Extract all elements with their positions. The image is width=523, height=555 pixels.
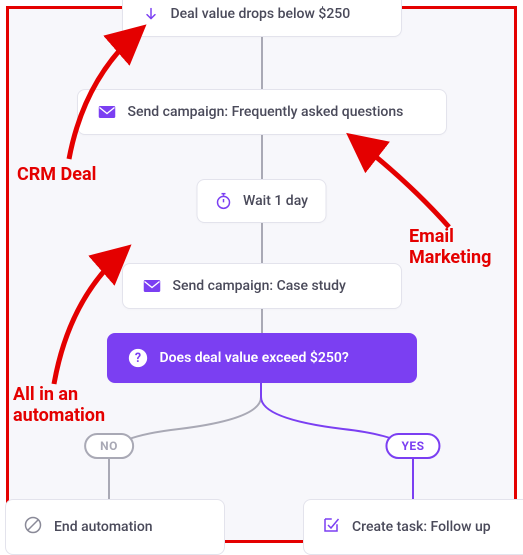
send-campaign-node-2[interactable]: Send campaign: Case study	[122, 263, 402, 309]
send-campaign-node-1[interactable]: Send campaign: Frequently asked question…	[77, 89, 447, 135]
annotation-crm-deal: CRM Deal	[17, 165, 96, 186]
connector	[261, 223, 263, 263]
envelope-icon	[143, 279, 161, 293]
question-icon: ?	[128, 348, 148, 368]
trigger-label: Deal value drops below $250	[171, 6, 351, 22]
end-automation-node[interactable]: End automation	[5, 499, 225, 555]
wait-label: Wait 1 day	[243, 193, 308, 209]
annotated-frame: Deal value drops below $250 Send campaig…	[6, 6, 517, 543]
end-label: End automation	[54, 519, 153, 535]
trigger-node[interactable]: Deal value drops below $250	[122, 0, 402, 37]
task-check-icon	[322, 516, 340, 538]
prohibited-icon	[24, 516, 42, 538]
connector	[261, 307, 263, 333]
branch-yes-pill: YES	[385, 433, 440, 459]
envelope-icon	[98, 105, 116, 119]
arrow-down-icon	[143, 6, 159, 22]
annotation-email-marketing: Email Marketing	[409, 227, 491, 268]
annotation-all-in-automation: All in an automation	[13, 385, 105, 426]
yes-label: YES	[401, 439, 424, 453]
decision-label: Does deal value exceed $250?	[160, 350, 349, 366]
create-task-node[interactable]: Create task: Follow up	[303, 499, 523, 555]
step-label: Send campaign: Frequently asked question…	[128, 104, 404, 120]
connector	[261, 133, 263, 179]
step-label: Send campaign: Case study	[173, 278, 346, 294]
annotation-arrow	[339, 127, 469, 237]
wait-node[interactable]: Wait 1 day	[196, 179, 327, 223]
stopwatch-icon	[215, 192, 231, 210]
svg-text:?: ?	[134, 351, 140, 366]
decision-node[interactable]: ? Does deal value exceed $250?	[107, 333, 417, 383]
branch-no-pill: NO	[84, 433, 134, 459]
task-label: Create task: Follow up	[352, 519, 491, 535]
no-label: NO	[100, 439, 118, 453]
automation-canvas: Deal value drops below $250 Send campaig…	[9, 9, 514, 540]
